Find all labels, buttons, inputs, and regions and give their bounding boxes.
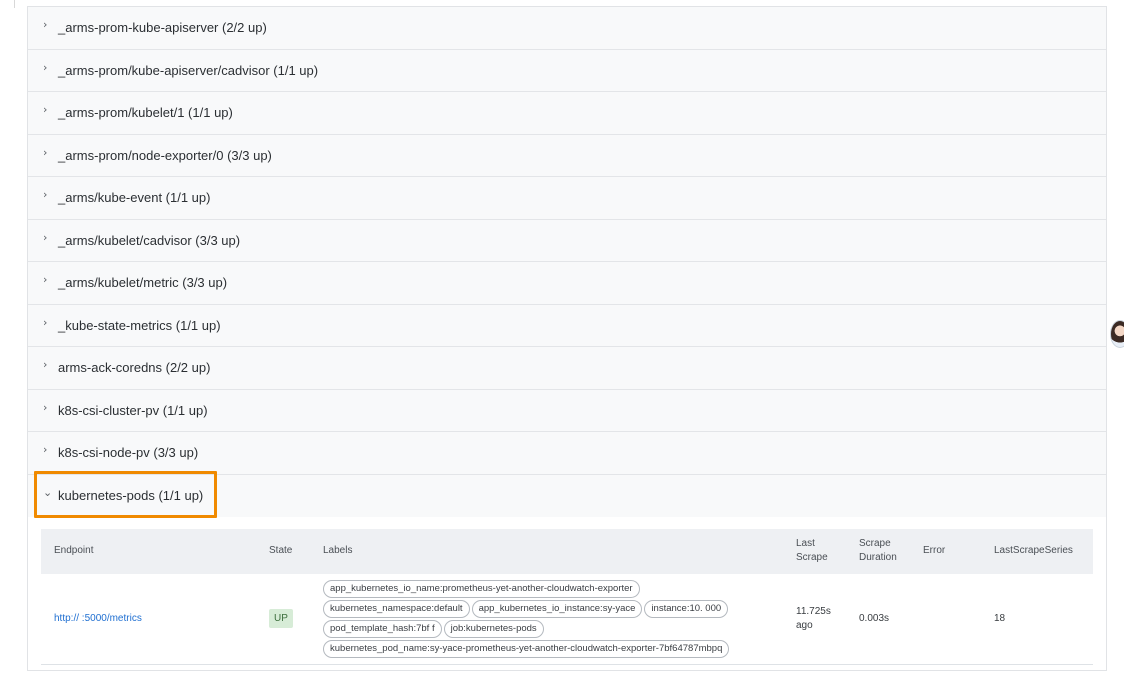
- chevron-right-icon: ›: [43, 188, 48, 202]
- job-row[interactable]: › _arms/kubelet/metric (3/3 up): [28, 262, 1106, 305]
- job-label: _kube-state-metrics (1/1 up): [58, 317, 221, 333]
- chevron-right-icon: ›: [43, 315, 48, 329]
- targets-panel: › _arms-prom-kube-apiserver (2/2 up) › _arm…: [27, 6, 1107, 671]
- job-row[interactable]: › _arms-prom/kube-apiserver/cadvisor (1/1…: [28, 49, 1106, 92]
- job-row[interactable]: › k8s-csi-cluster-pv (1/1 up): [28, 389, 1106, 432]
- job-label: _arms-prom/node-exporter/0 (3/3 up): [58, 147, 272, 163]
- endpoint-cell: http:// :5000/metrics: [41, 573, 263, 665]
- scrape-duration-cell: 0.003s: [853, 573, 917, 665]
- endpoint-link[interactable]: http:// :5000/metrics: [54, 613, 142, 624]
- chevron-right-icon: ›: [43, 18, 48, 32]
- job-label: kubernetes-pods (1/1 up): [58, 488, 204, 503]
- job-label: _arms/kube-event (1/1 up): [58, 190, 211, 206]
- chevron-right-icon: ›: [43, 60, 48, 74]
- targets-table: Endpoint State Labels Last Scrape Scrape…: [41, 528, 1093, 665]
- header-state: State: [263, 528, 317, 574]
- header-endpoint: Endpoint: [41, 528, 263, 574]
- header-last-scrape: Last Scrape: [790, 528, 853, 574]
- state-cell: UP: [263, 573, 317, 665]
- avatar[interactable]: [1110, 320, 1124, 348]
- job-label: k8s-csi-cluster-pv (1/1 up): [58, 402, 208, 418]
- last-scrape-value: 11.725s ago: [796, 605, 831, 631]
- chevron-right-icon: ›: [43, 400, 48, 414]
- header-error: Error: [917, 528, 988, 574]
- chevron-right-icon: ›: [43, 230, 48, 244]
- label-chip: job:kubernetes-pods: [443, 619, 544, 638]
- job-label: _arms-prom/kube-apiserver/cadvisor (1/1 …: [58, 62, 319, 78]
- label-chip: kubernetes_namespace:default: [323, 599, 470, 618]
- label-chip: pod_template_hash:7bf f: [323, 619, 442, 638]
- error-cell: [917, 573, 988, 665]
- job-row[interactable]: › k8s-csi-node-pv (3/3 up): [28, 432, 1106, 475]
- last-scrape-series-cell: 18: [988, 573, 1093, 665]
- labels-cell: app_kubernetes_io_name:prometheus-yet-an…: [317, 573, 790, 665]
- job-list: › _arms-prom-kube-apiserver (2/2 up) › _arm…: [28, 7, 1106, 475]
- job-row[interactable]: › _arms/kube-event (1/1 up): [28, 177, 1106, 220]
- label-chip: kubernetes_pod_name:sy-yace-prometheus-y…: [323, 639, 730, 658]
- label-chip: instance:10. 000: [644, 599, 729, 618]
- label-chip: app_kubernetes_io_instance:sy-yace: [471, 599, 643, 618]
- table-header-row: Endpoint State Labels Last Scrape Scrape…: [41, 528, 1093, 574]
- job-row-kubernetes-pods[interactable]: ⌄ kubernetes-pods (1/1 up): [28, 470, 1106, 518]
- job-row[interactable]: › _kube-state-metrics (1/1 up): [28, 304, 1106, 347]
- job-label: arms-ack-coredns (2/2 up): [58, 360, 211, 376]
- job-label: _arms/kubelet/metric (3/3 up): [58, 275, 228, 291]
- chevron-down-icon: ⌄: [43, 486, 53, 499]
- chevron-right-icon: ›: [43, 103, 48, 117]
- targets-detail: Endpoint State Labels Last Scrape Scrape…: [28, 516, 1106, 665]
- label-chip: app_kubernetes_io_name:prometheus-yet-an…: [323, 579, 640, 598]
- chevron-right-icon: ›: [43, 273, 48, 287]
- table-row: http:// :5000/metrics UP app_kubernetes_…: [41, 573, 1093, 665]
- job-row[interactable]: › _arms-prom/node-exporter/0 (3/3 up): [28, 134, 1106, 177]
- chevron-right-icon: ›: [43, 145, 48, 159]
- chevron-right-icon: ›: [43, 358, 48, 372]
- header-labels: Labels: [317, 528, 790, 574]
- job-label: _arms-prom/kubelet/1 (1/1 up): [58, 105, 233, 121]
- header-scrape-duration: Scrape Duration: [853, 528, 917, 574]
- chevron-right-icon: ›: [43, 443, 48, 457]
- job-label: k8s-csi-node-pv (3/3 up): [58, 445, 199, 461]
- status-badge: UP: [269, 609, 293, 629]
- labels-list: app_kubernetes_io_name:prometheus-yet-an…: [323, 579, 783, 658]
- job-label: _arms/kubelet/cadvisor (3/3 up): [58, 232, 241, 248]
- left-divider: [14, 0, 15, 8]
- job-row[interactable]: › arms-ack-coredns (2/2 up): [28, 347, 1106, 390]
- last-scrape-cell: 11.725s ago: [790, 573, 853, 665]
- job-label: _arms-prom-kube-apiserver (2/2 up): [58, 20, 267, 36]
- job-row[interactable]: › _arms-prom/kubelet/1 (1/1 up): [28, 92, 1106, 135]
- header-last-scrape-series: LastScrapeSeries: [988, 528, 1093, 574]
- job-row[interactable]: › _arms-prom-kube-apiserver (2/2 up): [28, 7, 1106, 50]
- job-row[interactable]: › _arms/kubelet/cadvisor (3/3 up): [28, 219, 1106, 262]
